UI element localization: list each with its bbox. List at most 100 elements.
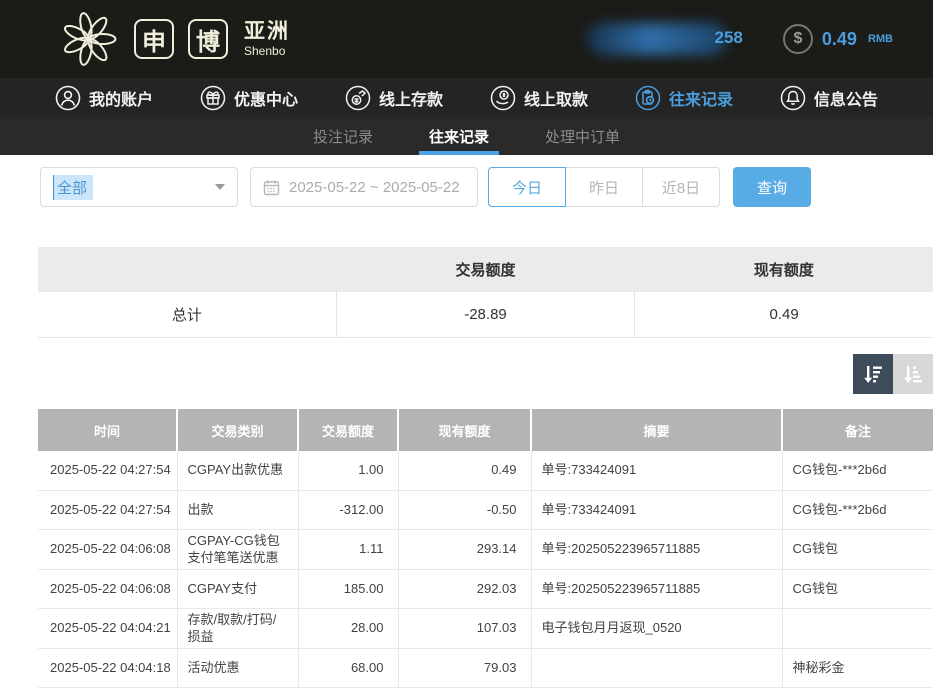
- table-row: 2025-05-22 04:27:54 出款 -312.00 -0.50 单号:…: [38, 490, 933, 529]
- deposit-icon: [345, 85, 371, 111]
- sort-descending-button[interactable]: [853, 354, 893, 394]
- nav-item-withdraw[interactable]: 线上取款: [490, 85, 588, 111]
- tab-betting-records[interactable]: 投注记录: [309, 117, 377, 155]
- sort-ascending-button[interactable]: [893, 354, 933, 394]
- table-row: 2025-05-22 04:04:21 存款/取款/打码/损益 28.00 10…: [38, 608, 933, 648]
- quick-date-buttons: 今日 昨日 近8日: [488, 167, 720, 207]
- username-suffix: 258: [715, 28, 743, 48]
- cell-remark: 神秘彩金: [782, 648, 933, 687]
- filter-toolbar: 全部 2025-05-22 ~ 2025-05-22 今日 昨日 近8日 查询: [40, 167, 933, 207]
- records-icon: [635, 85, 661, 111]
- brand-latin: Shenbo: [244, 45, 290, 57]
- date-range-value: 2025-05-22 ~ 2025-05-22: [289, 179, 460, 196]
- cell-remark: CG钱包: [782, 529, 933, 569]
- summary-total-row: 总计 -28.89 0.49: [38, 292, 933, 338]
- nav-item-announcements[interactable]: 信息公告: [780, 85, 878, 111]
- cell-summary: 电子钱包月月返现_0520: [531, 608, 782, 648]
- summary-table: 交易额度 现有额度 总计 -28.89 0.49: [38, 247, 933, 338]
- nav-item-deposit[interactable]: 线上存款: [345, 85, 443, 111]
- cell-time: 2025-05-22 04:04:18: [38, 648, 177, 687]
- nav-label: 往来记录: [669, 86, 733, 110]
- cell-time: 2025-05-22 04:06:08: [38, 569, 177, 608]
- cell-amount: -312.00: [298, 490, 398, 529]
- main-navigation: 我的账户 优惠中心 线上存款 线上取款 往来记录: [0, 78, 933, 117]
- cell-category: 出款: [177, 490, 298, 529]
- cell-category: 存款/取款/打码/损益: [177, 608, 298, 648]
- cell-balance: -0.50: [398, 490, 531, 529]
- col-header-summary: 摘要: [531, 409, 782, 451]
- censored-username: [587, 23, 727, 55]
- withdraw-icon: [490, 85, 516, 111]
- cell-balance: 292.03: [398, 569, 531, 608]
- bell-icon: [780, 85, 806, 111]
- cell-amount: 1.11: [298, 529, 398, 569]
- chevron-down-icon: [215, 184, 225, 190]
- records-header-row: 时间 交易类别 交易额度 现有额度 摘要 备注: [38, 409, 933, 451]
- cell-category: CGPAY-CG钱包支付笔笔送优惠: [177, 529, 298, 569]
- nav-label: 信息公告: [814, 86, 878, 110]
- col-header-time: 时间: [38, 409, 177, 451]
- search-button[interactable]: 查询: [733, 167, 811, 207]
- cell-time: 2025-05-22 04:27:54: [38, 451, 177, 490]
- cell-amount: 1.00: [298, 451, 398, 490]
- cell-summary: [531, 648, 782, 687]
- cell-amount: 185.00: [298, 569, 398, 608]
- account-area: 258 $ 0.49 RMB: [587, 0, 893, 78]
- date-range-input[interactable]: 2025-05-22 ~ 2025-05-22: [250, 167, 478, 207]
- today-button[interactable]: 今日: [488, 167, 566, 207]
- gift-icon: [200, 85, 226, 111]
- balance-amount: 0.49: [822, 29, 857, 50]
- nav-item-promotions[interactable]: 优惠中心: [200, 85, 298, 111]
- col-header-balance: 现有额度: [398, 409, 531, 451]
- col-header-category: 交易类别: [177, 409, 298, 451]
- balance-currency: RMB: [868, 33, 893, 45]
- cell-summary: 单号:202505223965711885: [531, 569, 782, 608]
- nav-label: 线上存款: [379, 86, 443, 110]
- cell-time: 2025-05-22 04:04:21: [38, 608, 177, 648]
- balance-display[interactable]: $ 0.49 RMB: [783, 24, 893, 54]
- calendar-icon: [263, 179, 280, 196]
- cell-remark: CG钱包: [782, 569, 933, 608]
- cell-balance: 107.03: [398, 608, 531, 648]
- top-brand-bar: 申 博 亚洲 Shenbo 258 $ 0.49 RMB: [0, 0, 933, 78]
- table-row: 2025-05-22 04:27:54 CGPAY出款优惠 1.00 0.49 …: [38, 451, 933, 490]
- cell-category: 活动优惠: [177, 648, 298, 687]
- nav-item-my-account[interactable]: 我的账户: [55, 85, 153, 111]
- brand-logo[interactable]: 申 博 亚洲 Shenbo: [58, 8, 290, 70]
- summary-header-row: 交易额度 现有额度: [38, 247, 933, 292]
- currency-icon: $: [783, 24, 813, 54]
- brand-char-1: 申: [134, 19, 174, 59]
- cell-amount: 68.00: [298, 648, 398, 687]
- username-display[interactable]: 258: [587, 19, 757, 59]
- nav-label: 优惠中心: [234, 86, 298, 110]
- sub-navigation: 投注记录 往来记录 处理中订单: [0, 117, 933, 155]
- cell-balance: 79.03: [398, 648, 531, 687]
- table-row: 2025-05-22 04:06:08 CGPAY支付 185.00 292.0…: [38, 569, 933, 608]
- summary-total-label: 总计: [38, 292, 336, 338]
- sort-asc-icon: [901, 362, 925, 386]
- nav-label: 线上取款: [524, 86, 588, 110]
- nav-item-transaction-records[interactable]: 往来记录: [635, 85, 733, 111]
- category-select[interactable]: 全部: [40, 167, 238, 207]
- table-row: 2025-05-22 04:04:18 活动优惠 68.00 79.03 神秘彩…: [38, 648, 933, 687]
- tab-pending-orders[interactable]: 处理中订单: [541, 117, 624, 155]
- brand-char-2: 博: [188, 19, 228, 59]
- brand-region: 亚洲: [244, 21, 290, 42]
- cell-remark: [782, 608, 933, 648]
- last-8-days-button[interactable]: 近8日: [642, 167, 720, 207]
- table-row: 2025-05-22 04:06:08 CGPAY-CG钱包支付笔笔送优惠 1.…: [38, 529, 933, 569]
- cell-time: 2025-05-22 04:06:08: [38, 529, 177, 569]
- nav-label: 我的账户: [89, 86, 153, 110]
- cell-remark: CG钱包-***2b6d: [782, 451, 933, 490]
- cell-amount: 28.00: [298, 608, 398, 648]
- category-selected-value: 全部: [53, 175, 93, 200]
- summary-transaction-total: -28.89: [336, 292, 634, 338]
- summary-header-transaction: 交易额度: [336, 247, 634, 292]
- cell-balance: 293.14: [398, 529, 531, 569]
- tab-transaction-records[interactable]: 往来记录: [425, 117, 493, 155]
- sort-controls: [38, 354, 933, 394]
- yesterday-button[interactable]: 昨日: [565, 167, 643, 207]
- cell-category: CGPAY支付: [177, 569, 298, 608]
- cell-summary: 单号:733424091: [531, 490, 782, 529]
- col-header-remark: 备注: [782, 409, 933, 451]
